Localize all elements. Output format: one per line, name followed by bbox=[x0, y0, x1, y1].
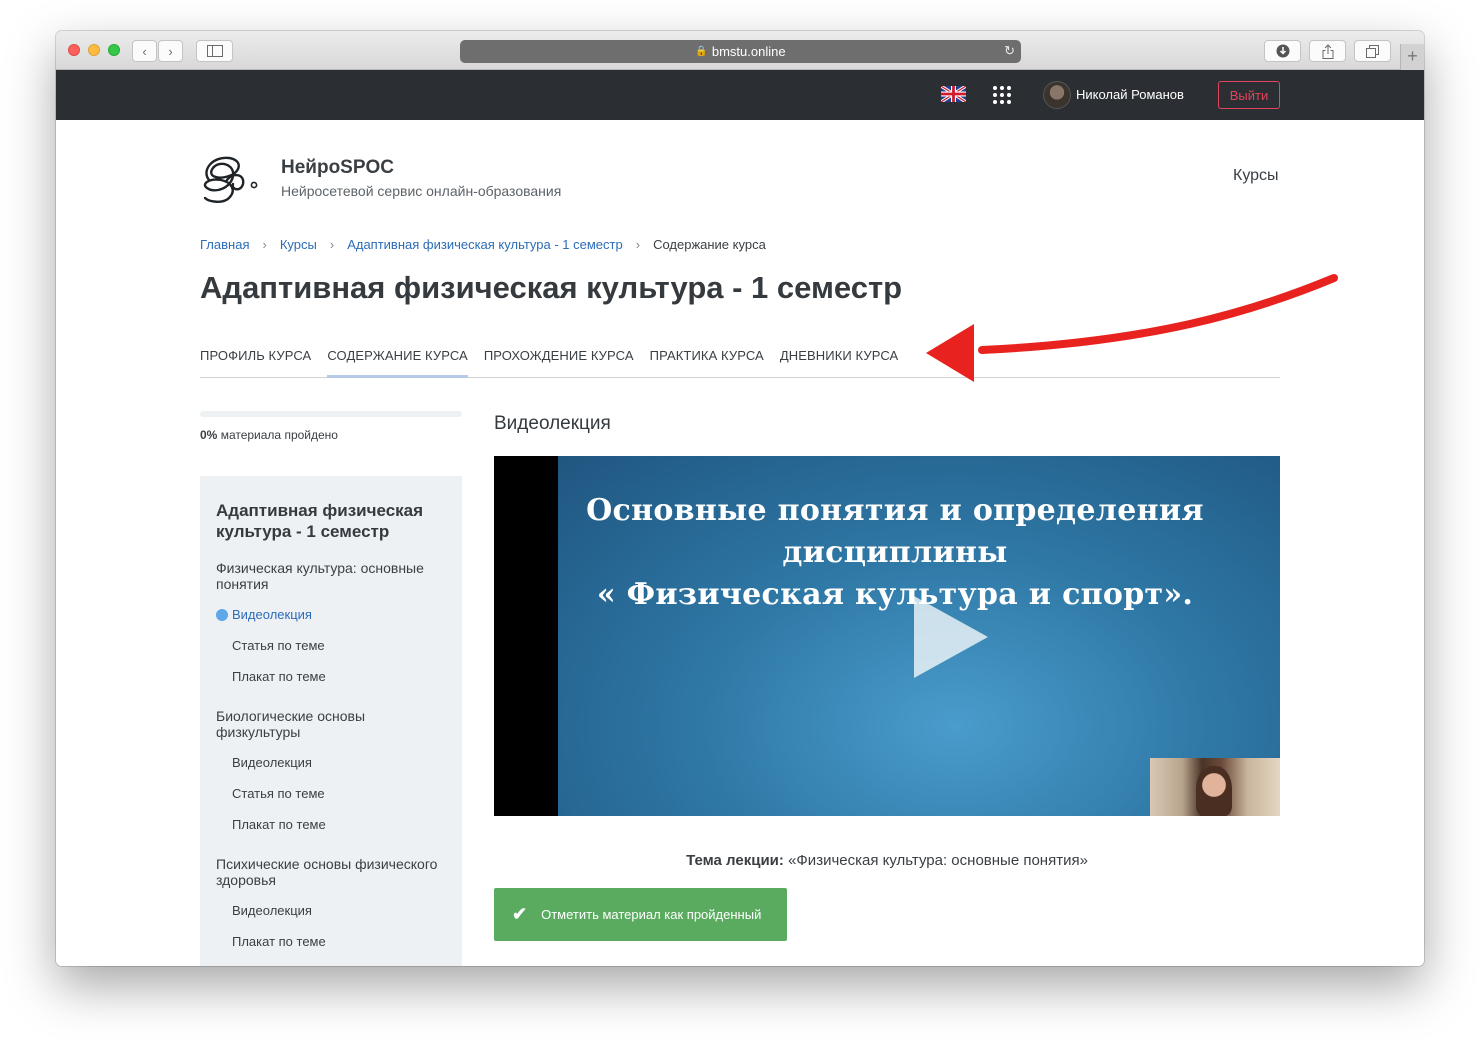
sidebar-section-title[interactable]: Биологические основы физкультуры bbox=[216, 708, 446, 740]
url-text: bmstu.online bbox=[711, 44, 786, 59]
user-name[interactable]: Николай Романов bbox=[1076, 87, 1184, 102]
tab-course-profile[interactable]: ПРОФИЛЬ КУРСА bbox=[200, 348, 311, 377]
slide-text: Основные понятия и определения дисциплин… bbox=[510, 490, 1280, 616]
sidebar-toggle-button[interactable] bbox=[196, 40, 233, 62]
sidebar-section-title[interactable]: Физическая культура: основные понятия bbox=[216, 560, 446, 592]
mark-complete-label: Отметить материал как пройденный bbox=[541, 907, 762, 922]
chevron-right-icon: › bbox=[168, 43, 173, 59]
slide-line: Основные понятия и определения bbox=[586, 493, 1204, 528]
speaker-face bbox=[1196, 766, 1232, 816]
logout-button[interactable]: Выйти bbox=[1218, 81, 1280, 109]
sidebar-item-poster[interactable]: Плакат по теме bbox=[216, 817, 446, 848]
breadcrumb-separator: › bbox=[635, 237, 641, 252]
nav-courses-link[interactable]: Курсы bbox=[1233, 167, 1279, 185]
checkmark-icon: ✔ bbox=[512, 904, 528, 924]
tab-course-practice[interactable]: ПРАКТИКА КУРСА bbox=[650, 348, 764, 377]
reload-icon[interactable]: ↻ bbox=[1004, 43, 1015, 59]
brand-title[interactable]: НейроSPOC bbox=[281, 157, 394, 179]
brand-logo-icon[interactable] bbox=[199, 150, 261, 206]
back-button[interactable]: ‹ bbox=[132, 40, 157, 62]
sidebar-item-article[interactable]: Статья по теме bbox=[216, 638, 446, 669]
progress-text: 0% материала пройдено bbox=[200, 428, 338, 442]
lecture-topic: Тема лекции: «Физическая культура: основ… bbox=[494, 852, 1280, 869]
breadcrumb: Главная › Курсы › Адаптивная физическая … bbox=[200, 237, 766, 252]
forward-button[interactable]: › bbox=[158, 40, 183, 62]
brand-subtitle: Нейросетевой сервис онлайн-образования bbox=[281, 183, 562, 199]
video-player[interactable]: Основные понятия и определения дисциплин… bbox=[494, 456, 1280, 816]
progress-label: материала пройдено bbox=[220, 428, 338, 442]
sidebar-item-label: Статья по теме bbox=[232, 786, 325, 801]
progress-bar bbox=[200, 411, 462, 417]
current-item-dot-icon bbox=[216, 609, 228, 621]
sidebar-item-label: Видеолекция bbox=[232, 607, 312, 622]
tab-course-progress[interactable]: ПРОХОЖДЕНИЕ КУРСА bbox=[484, 348, 634, 377]
sidebar-item-article[interactable]: Статья по теме bbox=[216, 786, 446, 817]
course-outline-sidebar: Адаптивная физическая культура - 1 семес… bbox=[200, 476, 462, 966]
sidebar-item-video[interactable]: Видеолекция bbox=[216, 903, 446, 934]
page-title: Адаптивная физическая культура - 1 семес… bbox=[200, 270, 903, 305]
address-bar[interactable]: 🔒 bmstu.online ↻ bbox=[460, 40, 1021, 63]
sidebar-item-label: Видеолекция bbox=[232, 903, 312, 918]
annotation-arrow-icon bbox=[926, 274, 1338, 382]
breadcrumb-course[interactable]: Адаптивная физическая культура - 1 семес… bbox=[347, 237, 623, 252]
tabs-icon bbox=[1366, 44, 1379, 58]
site-topbar: Николай Романов Выйти bbox=[56, 70, 1424, 120]
uk-flag-icon[interactable] bbox=[941, 86, 966, 102]
browser-titlebar: ‹ › 🔒 bmstu.online ↻ + bbox=[56, 31, 1424, 70]
slide-line: дисциплины bbox=[782, 535, 1008, 570]
sidebar-icon bbox=[206, 45, 223, 57]
sidebar-section-title[interactable]: Психические основы физического здоровья bbox=[216, 856, 446, 888]
breadcrumb-courses[interactable]: Курсы bbox=[280, 237, 317, 252]
browser-window: ‹ › 🔒 bmstu.online ↻ + Николай Романов В… bbox=[56, 31, 1424, 966]
page-content: НейроSPOC Нейросетевой сервис онлайн-обр… bbox=[56, 120, 1424, 966]
play-icon[interactable] bbox=[914, 596, 988, 678]
progress-percent: 0% bbox=[200, 428, 218, 442]
sidebar-item-label: Плакат по теме bbox=[232, 934, 326, 949]
speaker-video-thumbnail bbox=[1150, 758, 1280, 816]
show-tabs-button[interactable] bbox=[1354, 40, 1391, 62]
lecture-topic-label: Тема лекции: bbox=[686, 852, 784, 869]
sidebar-item-poster[interactable]: Плакат по теме bbox=[216, 669, 446, 700]
share-icon bbox=[1322, 43, 1333, 59]
tab-course-diaries[interactable]: ДНЕВНИКИ КУРСА bbox=[780, 348, 898, 377]
close-window-button[interactable] bbox=[68, 44, 80, 56]
breadcrumb-current: Содержание курса bbox=[653, 237, 766, 252]
sidebar-item-video[interactable]: Видеолекция bbox=[216, 607, 446, 638]
downloads-button[interactable] bbox=[1264, 40, 1301, 62]
sidebar-item-poster[interactable]: Плакат по теме bbox=[216, 934, 446, 965]
new-tab-button[interactable]: + bbox=[1400, 44, 1424, 70]
breadcrumb-home[interactable]: Главная bbox=[200, 237, 249, 252]
avatar[interactable] bbox=[1043, 81, 1071, 109]
sidebar-course-title[interactable]: Адаптивная физическая культура - 1 семес… bbox=[216, 500, 446, 542]
tab-course-content[interactable]: СОДЕРЖАНИЕ КУРСА bbox=[327, 348, 468, 378]
sidebar-item-label: Плакат по теме bbox=[232, 817, 326, 832]
material-title: Видеолекция bbox=[494, 413, 611, 434]
breadcrumb-separator: › bbox=[329, 237, 335, 252]
sidebar-item-video[interactable]: Видеолекция bbox=[216, 755, 446, 786]
sidebar-item-label: Плакат по теме bbox=[232, 669, 326, 684]
lecture-topic-value: «Физическая культура: основные понятия» bbox=[788, 852, 1088, 869]
share-button[interactable] bbox=[1309, 40, 1346, 62]
zoom-window-button[interactable] bbox=[108, 44, 120, 56]
lock-icon: 🔒 bbox=[695, 46, 708, 57]
sidebar-item-label: Видеолекция bbox=[232, 755, 312, 770]
mark-complete-button[interactable]: ✔ Отметить материал как пройденный bbox=[494, 888, 787, 941]
chevron-left-icon: ‹ bbox=[142, 43, 147, 59]
breadcrumb-separator: › bbox=[262, 237, 267, 252]
minimize-window-button[interactable] bbox=[88, 44, 100, 56]
download-icon bbox=[1276, 44, 1289, 58]
slide-line: « Физическая культура и спорт». bbox=[596, 577, 1194, 612]
apps-grid-icon[interactable] bbox=[993, 86, 1011, 104]
sidebar-item-label: Статья по теме bbox=[232, 638, 325, 653]
